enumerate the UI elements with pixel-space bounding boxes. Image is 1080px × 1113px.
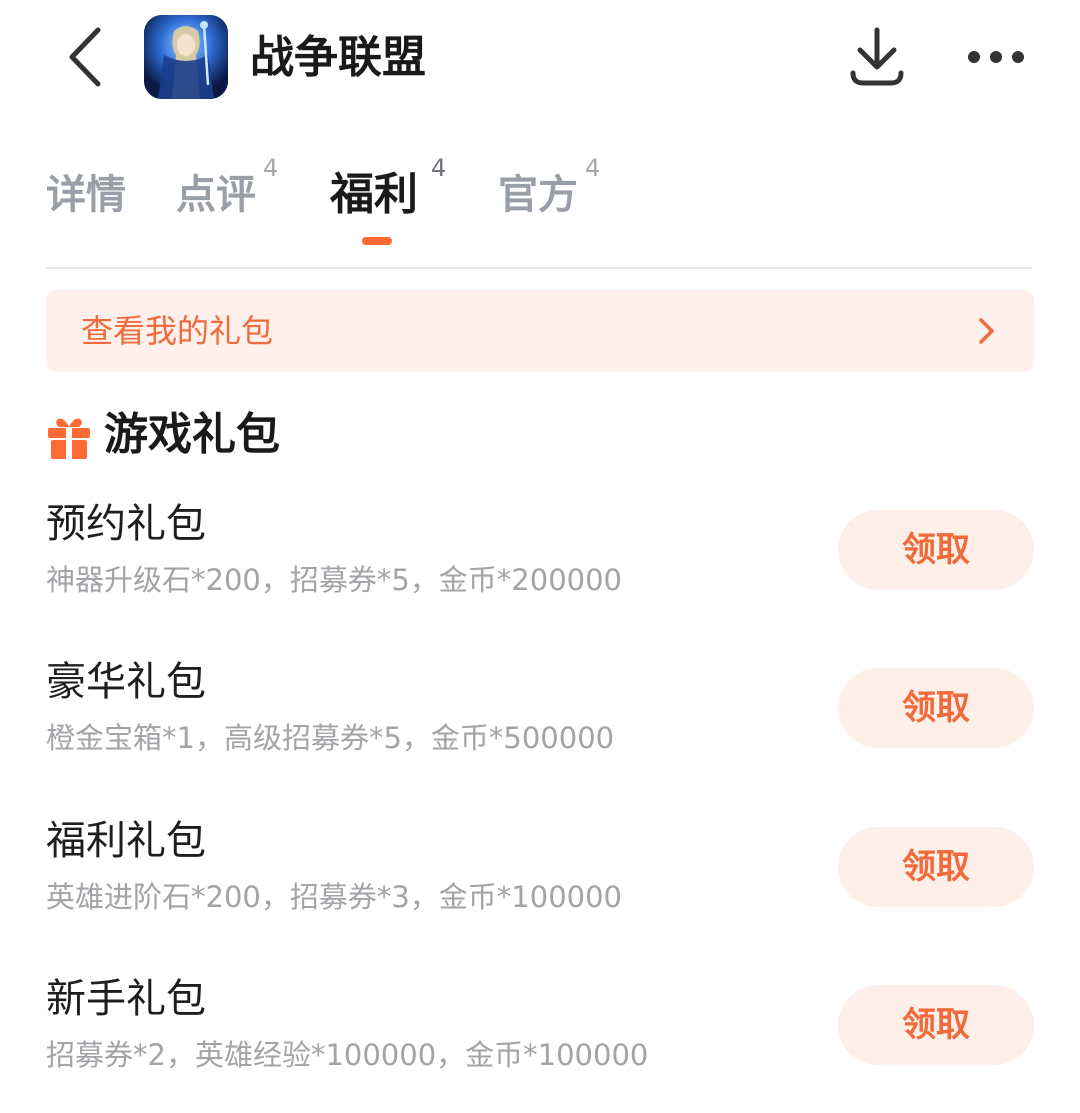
app-title: 战争联盟 xyxy=(250,32,426,83)
claim-button[interactable]: 领取 xyxy=(838,668,1034,748)
tab-benefits-count: 4 xyxy=(431,154,447,182)
section-title: 游戏礼包 xyxy=(104,409,280,460)
view-my-gifts-label: 查看我的礼包 xyxy=(81,312,274,350)
claim-button[interactable]: 领取 xyxy=(838,985,1034,1065)
gift-name: 新手礼包 xyxy=(46,976,206,1022)
tab-reviews-label: 点评 xyxy=(176,172,256,218)
gift-row: 新手礼包 招募券*2，英雄经验*100000，金币*100000 领取 xyxy=(0,965,1080,1085)
chevron-left-icon xyxy=(69,27,101,87)
gift-name: 福利礼包 xyxy=(46,818,206,864)
tab-reviews[interactable]: 点评 4 xyxy=(176,154,286,245)
app-icon[interactable] xyxy=(144,15,228,99)
gift-description: 神器升级石*200，招募券*5，金币*200000 xyxy=(46,563,623,597)
gift-row: 预约礼包 神器升级石*200，招募券*5，金币*200000 领取 xyxy=(0,490,1080,610)
download-button[interactable] xyxy=(842,22,912,92)
back-button[interactable] xyxy=(56,22,116,92)
tab-official-count: 4 xyxy=(585,154,601,182)
gift-icon xyxy=(48,418,90,459)
active-tab-indicator xyxy=(362,237,392,245)
download-icon xyxy=(850,27,904,86)
more-horizontal-icon xyxy=(968,51,1024,63)
gift-description: 橙金宝箱*1，高级招募券*5，金币*500000 xyxy=(46,721,615,755)
more-button[interactable] xyxy=(960,22,1032,92)
tab-benefits[interactable]: 福利 4 xyxy=(330,154,450,245)
tabs-divider xyxy=(46,267,1032,269)
tab-bar: 详情 点评 4 福利 4 官方 4 xyxy=(0,150,1080,268)
app-icon-artwork xyxy=(144,15,228,99)
gift-row: 福利礼包 英雄进阶石*200，招募券*3，金币*100000 领取 xyxy=(0,807,1080,927)
tab-official-label: 官方 xyxy=(498,172,578,218)
claim-button[interactable]: 领取 xyxy=(838,827,1034,907)
gift-description: 英雄进阶石*200，招募券*3，金币*100000 xyxy=(46,880,623,914)
tab-details-label: 详情 xyxy=(46,172,126,218)
gift-description: 招募券*2，英雄经验*100000，金币*100000 xyxy=(46,1038,649,1072)
gift-row: 豪华礼包 橙金宝箱*1，高级招募券*5，金币*500000 领取 xyxy=(0,648,1080,768)
tab-benefits-label: 福利 xyxy=(330,169,418,220)
tab-reviews-count: 4 xyxy=(263,154,279,182)
gift-name: 豪华礼包 xyxy=(46,659,206,705)
tab-details[interactable]: 详情 xyxy=(46,165,136,245)
gift-name: 预约礼包 xyxy=(46,501,206,547)
view-my-gifts-banner[interactable]: 查看我的礼包 xyxy=(46,290,1034,372)
claim-button[interactable]: 领取 xyxy=(838,510,1034,590)
tab-official[interactable]: 官方 4 xyxy=(498,154,608,245)
app-header: 战争联盟 xyxy=(0,0,1080,115)
chevron-right-icon xyxy=(979,318,994,344)
